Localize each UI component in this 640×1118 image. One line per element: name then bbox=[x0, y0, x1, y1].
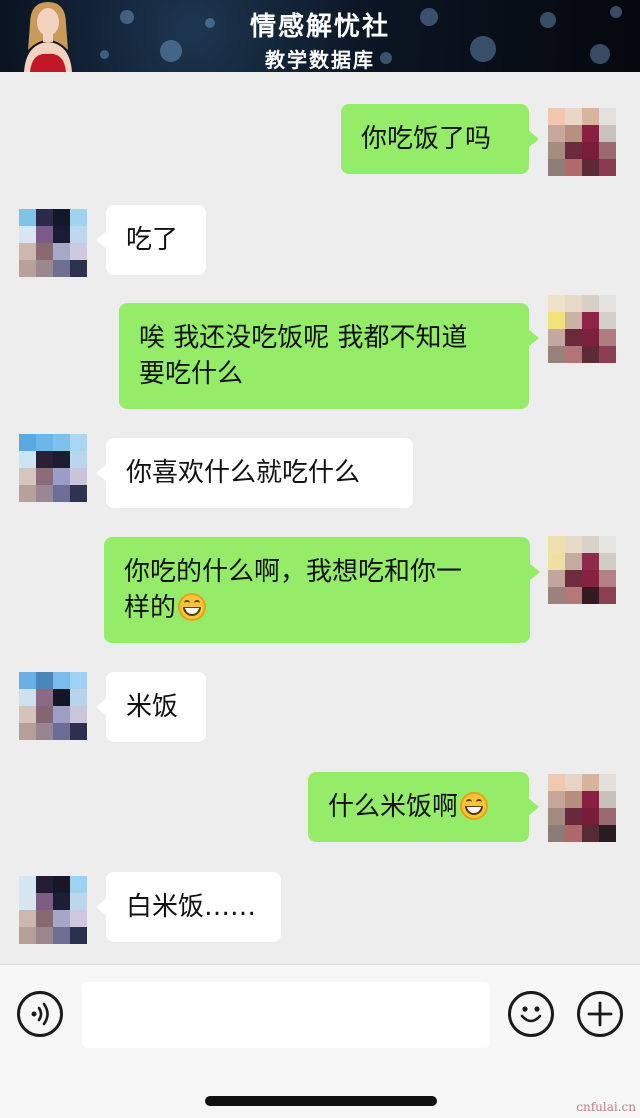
voice-icon[interactable] bbox=[17, 991, 63, 1037]
message-row: 唉 我还没吃饭呢 我都不知道 要吃什么 bbox=[0, 295, 640, 413]
message-text-line: 你吃的什么啊，我想吃和你一 bbox=[124, 557, 463, 587]
message-text: 什么米饭啊 bbox=[328, 792, 459, 822]
header-banner: 情感解忧社 教学数据库 bbox=[0, 0, 640, 72]
message-text: 你喜欢什么就吃什么 bbox=[126, 458, 361, 488]
home-indicator[interactable] bbox=[205, 1096, 437, 1106]
message-bubble[interactable]: 唉 我还没吃饭呢 我都不知道 要吃什么 bbox=[119, 303, 539, 409]
message-text-line: 唉 我还没吃饭呢 我都不知道 bbox=[139, 323, 468, 353]
chat-input-bar bbox=[0, 964, 640, 1118]
grin-emoji-icon bbox=[178, 593, 207, 621]
message-text-line: 要吃什么 bbox=[139, 359, 244, 389]
contact-avatar[interactable] bbox=[19, 209, 87, 277]
message-row: 白米饭…… bbox=[0, 872, 640, 952]
message-input[interactable] bbox=[82, 982, 490, 1048]
my-avatar[interactable] bbox=[548, 536, 616, 604]
watermark-text: cnfulai.cn bbox=[576, 1100, 636, 1114]
message-row: 你吃的什么啊，我想吃和你一 样的 bbox=[0, 536, 640, 647]
contact-avatar[interactable] bbox=[19, 876, 87, 944]
contact-avatar[interactable] bbox=[19, 672, 87, 740]
message-bubble[interactable]: 什么米饭啊 bbox=[308, 772, 539, 842]
message-text: 米饭 bbox=[126, 692, 179, 722]
plus-icon[interactable] bbox=[577, 991, 623, 1037]
emoji-icon[interactable] bbox=[508, 991, 554, 1037]
my-avatar[interactable] bbox=[548, 774, 616, 842]
my-avatar[interactable] bbox=[548, 295, 616, 363]
grin-emoji-icon bbox=[460, 792, 489, 820]
message-bubble[interactable]: 你喜欢什么就吃什么 bbox=[96, 438, 413, 508]
message-row: 你喜欢什么就吃什么 bbox=[0, 434, 640, 518]
message-bubble[interactable]: 吃了 bbox=[96, 205, 206, 275]
message-bubble[interactable]: 米饭 bbox=[96, 672, 206, 742]
message-text: 吃了 bbox=[126, 225, 179, 255]
banner-subtitle: 教学数据库 bbox=[265, 48, 375, 72]
message-bubble[interactable]: 你吃饭了吗 bbox=[341, 104, 539, 174]
message-text-line: 样的 bbox=[124, 590, 510, 626]
message-text: 白米饭…… bbox=[126, 892, 257, 922]
message-row: 你吃饭了吗 bbox=[0, 104, 640, 184]
banner-title: 情感解忧社 bbox=[249, 12, 390, 42]
message-row: 米饭 bbox=[0, 672, 640, 752]
contact-avatar[interactable] bbox=[19, 434, 87, 502]
message-text: 样的 bbox=[124, 593, 177, 623]
message-text: 你吃饭了吗 bbox=[361, 124, 492, 154]
my-avatar[interactable] bbox=[548, 108, 616, 176]
message-row: 吃了 bbox=[0, 205, 640, 285]
message-row: 什么米饭啊 bbox=[0, 772, 640, 852]
message-bubble[interactable]: 你吃的什么啊，我想吃和你一 样的 bbox=[104, 537, 540, 643]
message-bubble[interactable]: 白米饭…… bbox=[96, 872, 281, 942]
